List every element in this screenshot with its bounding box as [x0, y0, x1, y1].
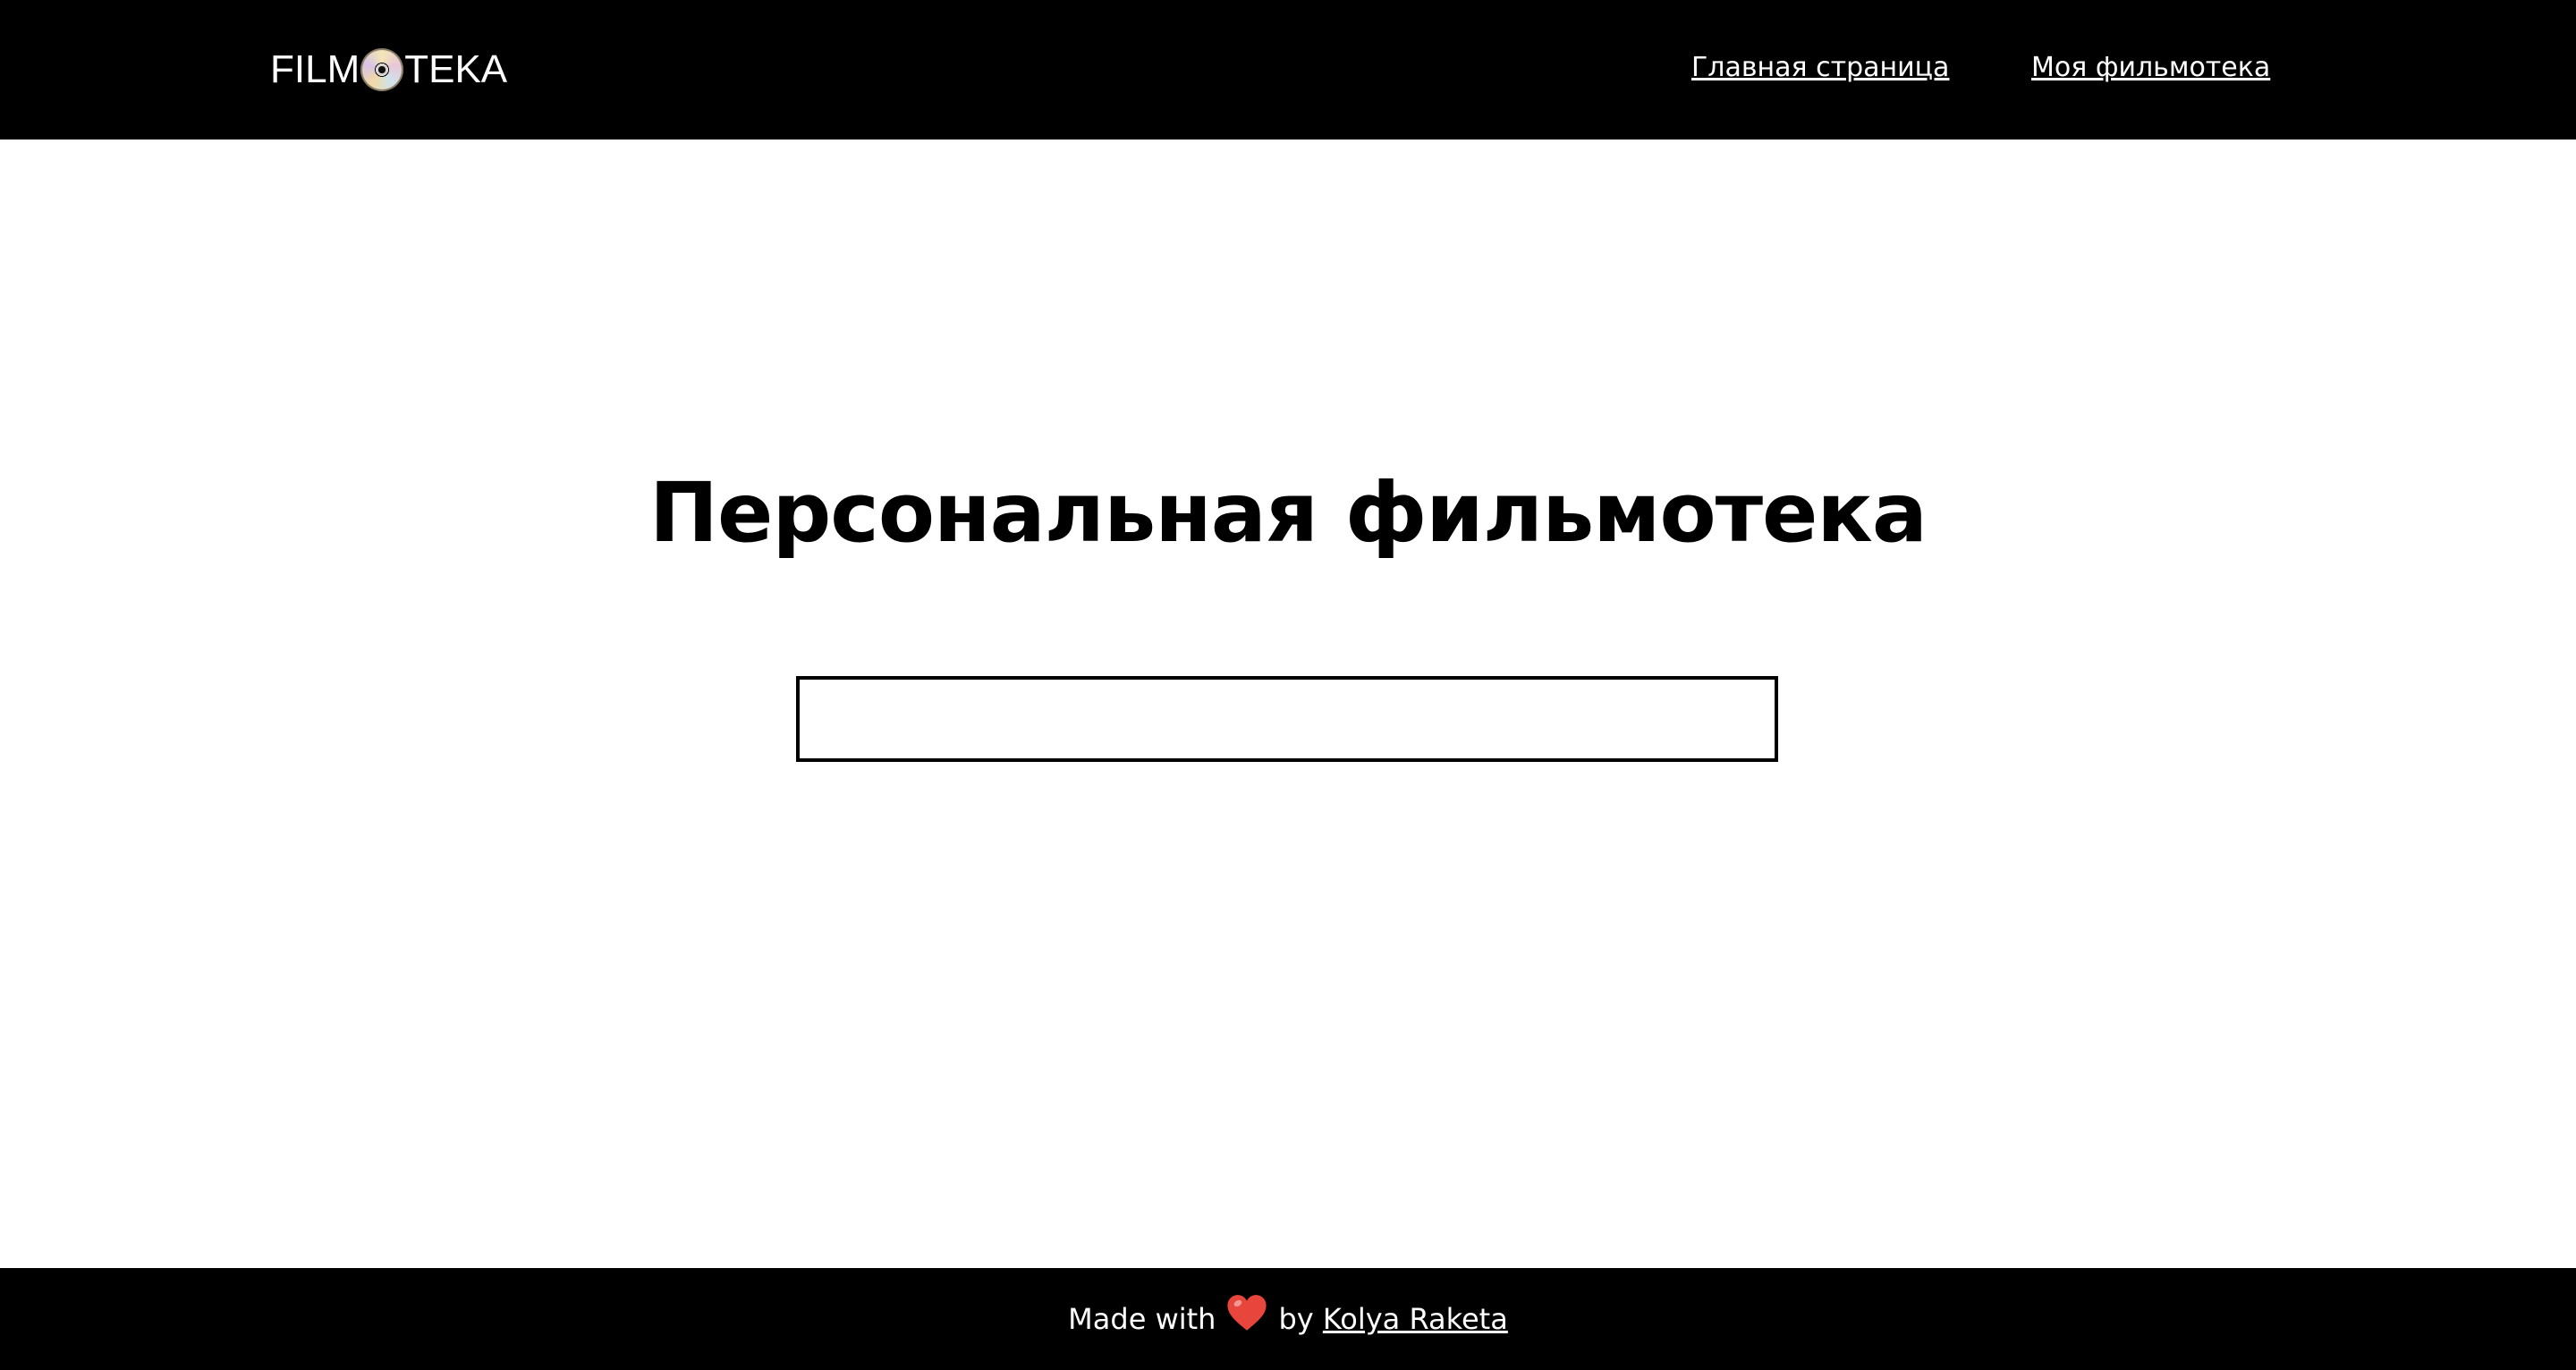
- search-input[interactable]: [796, 676, 1778, 762]
- site-logo[interactable]: FILM TEKA: [270, 45, 507, 95]
- footer: Made with by Kolya Raketa: [0, 1268, 2576, 1370]
- footer-by-text: by: [1278, 1302, 1314, 1336]
- dvd-disc-icon: [360, 48, 404, 91]
- logo-text-film: FILM: [270, 47, 360, 91]
- nav-link-my-filmoteka[interactable]: Моя фильмотека: [2031, 52, 2270, 83]
- author-link[interactable]: Kolya Raketa: [1323, 1302, 1508, 1336]
- logo-text-teka: TEKA: [404, 47, 508, 91]
- heart-icon: [1227, 1295, 1267, 1331]
- page-title: Персональная фильмотека: [649, 465, 1928, 561]
- nav-link-home[interactable]: Главная страница: [1691, 52, 1949, 83]
- page: FILM TEKA Главная страница Моя фильмотек…: [0, 0, 2576, 1370]
- top-nav-bar: FILM TEKA Главная страница Моя фильмотек…: [0, 0, 2576, 140]
- footer-made-with-text: Made with: [1068, 1302, 1216, 1336]
